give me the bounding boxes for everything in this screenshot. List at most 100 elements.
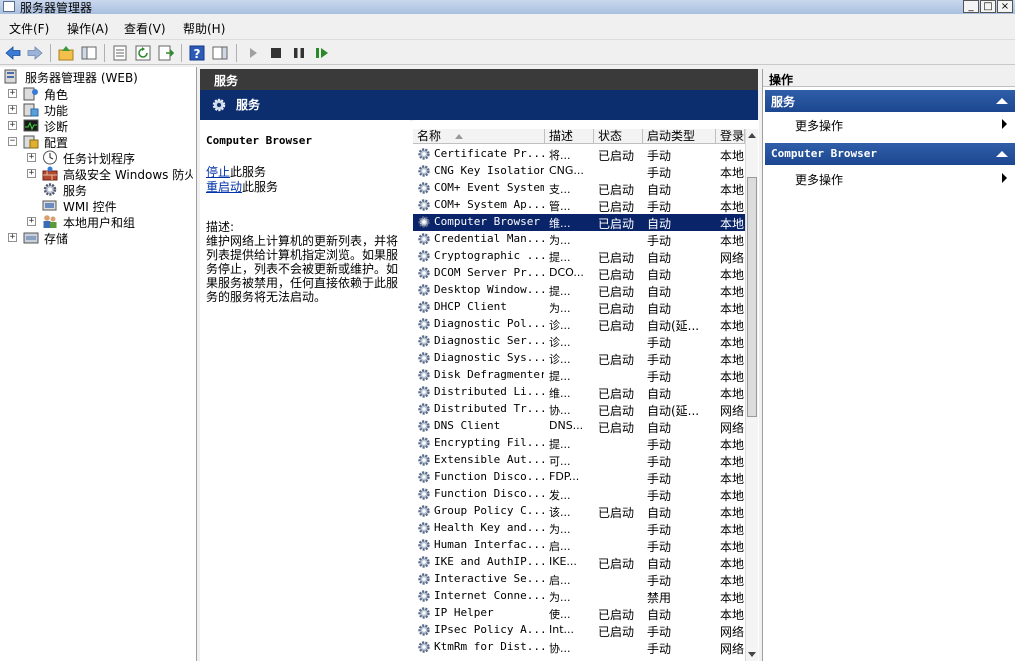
service-row[interactable]: COM+ Event System 支... 已启动 自动 本地 <box>413 180 745 197</box>
service-row[interactable]: Distributed Tr... 协... 已启动 自动(延... 网络 <box>413 401 745 418</box>
service-startup-cell: 自动 <box>647 506 672 520</box>
service-row[interactable]: Certificate Pr... 将... 已启动 手动 本地 <box>413 146 745 163</box>
more-actions-item[interactable]: 更多操作 <box>795 171 843 188</box>
show-hide-tree-icon[interactable] <box>80 44 98 62</box>
properties-icon[interactable] <box>111 44 129 62</box>
service-name-cell: Group Policy C... <box>434 504 544 517</box>
export-list-icon[interactable] <box>157 44 175 62</box>
scrollbar-thumb[interactable] <box>747 177 757 417</box>
scroll-up-arrow-icon[interactable] <box>748 133 756 138</box>
close-button[interactable]: × <box>997 0 1013 13</box>
expand-icon[interactable]: + <box>8 233 17 242</box>
stop-service-link[interactable]: 停止 <box>206 165 230 179</box>
tree-item-local-users[interactable]: + 本地用户和组 <box>27 214 193 230</box>
pause-service-icon[interactable] <box>290 44 308 62</box>
service-row[interactable]: Health Key and... 为... 手动 本地 <box>413 520 745 537</box>
collapse-caret-icon[interactable] <box>996 151 1008 157</box>
column-header-logon-as[interactable]: 登录为 <box>716 129 745 144</box>
start-service-icon[interactable] <box>244 44 262 62</box>
collapse-caret-icon[interactable] <box>996 98 1008 104</box>
service-row[interactable]: Credential Man... 为... 手动 本地 <box>413 231 745 248</box>
service-row[interactable]: Diagnostic Pol... 诊... 已启动 自动(延... 本地 <box>413 316 745 333</box>
tree-item-features[interactable]: + 功能 <box>8 102 193 118</box>
more-actions-item[interactable]: 更多操作 <box>795 117 843 134</box>
collapse-icon[interactable]: − <box>8 137 17 146</box>
service-row[interactable]: IPsec Policy A... Int... 已启动 手动 网络 <box>413 622 745 639</box>
column-header-startup-type[interactable]: 启动类型 <box>643 129 716 144</box>
stop-service-icon[interactable] <box>267 44 285 62</box>
service-logon-cell: 网络 <box>720 421 745 435</box>
service-logon-cell: 本地 <box>720 387 745 401</box>
menu-view[interactable]: 查看(V) <box>124 20 166 37</box>
menu-help[interactable]: 帮助(H) <box>183 20 225 37</box>
scroll-down-arrow-icon[interactable] <box>748 652 756 657</box>
tree-item-diagnostics[interactable]: + 诊断 <box>8 118 193 134</box>
menu-file[interactable]: 文件(F) <box>9 20 49 37</box>
service-startup-cell: 自动 <box>647 387 672 401</box>
restart-service-row: 重启动此服务 <box>206 178 278 195</box>
minimize-button[interactable]: _ <box>963 0 979 13</box>
expand-icon[interactable]: + <box>8 89 17 98</box>
service-row[interactable]: CNG Key Isolation CNG... 手动 本地 <box>413 163 745 180</box>
tree-item-label: 配置 <box>44 136 69 150</box>
column-header-description[interactable]: 描述 <box>545 129 594 144</box>
service-row[interactable]: Function Disco... FDP... 手动 本地 <box>413 469 745 486</box>
expand-icon[interactable]: + <box>8 105 17 114</box>
tree-item-configuration[interactable]: − 配置 <box>8 134 193 150</box>
tree-item-task-scheduler[interactable]: + 任务计划程序 <box>27 150 193 166</box>
menu-bar: 文件(F) 操作(A) 查看(V) 帮助(H) <box>0 16 1015 38</box>
actions-section-services[interactable]: 服务 <box>765 90 1015 112</box>
service-row[interactable]: Function Disco... 发... 手动 本地 <box>413 486 745 503</box>
service-row[interactable]: Group Policy C... 该... 已启动 自动 本地 <box>413 503 745 520</box>
restart-service-link[interactable]: 重启动 <box>206 180 242 194</box>
service-gear-icon <box>418 454 430 466</box>
show-hide-action-pane-icon[interactable] <box>211 44 229 62</box>
menu-action[interactable]: 操作(A) <box>67 20 109 37</box>
expand-icon[interactable]: + <box>27 217 36 226</box>
service-logon-cell: 网络 <box>720 625 745 639</box>
expand-icon[interactable]: + <box>27 153 36 162</box>
service-row[interactable]: Cryptographic ... 提... 已启动 自动 网络 <box>413 248 745 265</box>
tree-item-firewall[interactable]: + 高级安全 Windows 防火墙 <box>27 166 193 182</box>
service-row[interactable]: Encrypting Fil... 提... 手动 本地 <box>413 435 745 452</box>
tree-item-storage[interactable]: + 存储 <box>8 230 193 246</box>
column-header-name[interactable]: 名称 <box>413 129 545 144</box>
forward-arrow-icon[interactable] <box>26 44 44 62</box>
up-folder-icon[interactable] <box>57 44 75 62</box>
column-header-status[interactable]: 状态 <box>594 129 643 144</box>
service-row[interactable]: Desktop Window... 提... 已启动 自动 本地 <box>413 282 745 299</box>
service-row[interactable]: DHCP Client 为... 已启动 自动 本地 <box>413 299 745 316</box>
service-gear-icon <box>418 539 430 551</box>
tree-item-wmi[interactable]: WMI 控件 <box>42 198 193 214</box>
service-row[interactable]: Diagnostic Ser... 诊... 手动 本地 <box>413 333 745 350</box>
service-startup-cell: 手动 <box>647 625 672 639</box>
restart-service-icon[interactable] <box>313 44 331 62</box>
refresh-icon[interactable] <box>134 44 152 62</box>
service-row[interactable]: Extensible Aut... 可... 手动 本地 <box>413 452 745 469</box>
service-row[interactable]: Internet Conne... 为... 禁用 本地 <box>413 588 745 605</box>
help-icon[interactable]: ? <box>188 44 206 62</box>
service-row[interactable]: IP Helper 使... 已启动 自动 本地 <box>413 605 745 622</box>
back-arrow-icon[interactable] <box>4 44 22 62</box>
actions-section-computer-browser[interactable]: Computer Browser <box>765 143 1015 165</box>
expand-icon[interactable]: + <box>8 121 17 130</box>
services-scrollbar[interactable] <box>745 129 758 661</box>
service-row[interactable]: Human Interfac... 启... 手动 本地 <box>413 537 745 554</box>
service-row[interactable]: DNS Client DNS... 已启动 自动 网络 <box>413 418 745 435</box>
service-logon-cell: 本地 <box>720 574 745 588</box>
service-row[interactable]: Diagnostic Sys... 诊... 已启动 手动 本地 <box>413 350 745 367</box>
service-row[interactable]: Distributed Li... 维... 已启动 自动 本地 <box>413 384 745 401</box>
configuration-icon <box>23 135 39 149</box>
service-row[interactable]: Computer Browser 维... 已启动 自动 本地 <box>413 214 745 231</box>
service-row[interactable]: COM+ System Ap... 管... 已启动 手动 本地 <box>413 197 745 214</box>
service-row[interactable]: Interactive Se... 启... 手动 本地 <box>413 571 745 588</box>
service-row[interactable]: DCOM Server Pr... DCO... 已启动 自动 本地 <box>413 265 745 282</box>
tree-item-roles[interactable]: + 角色 <box>8 86 193 102</box>
description-label: 描述: <box>206 220 235 234</box>
service-row[interactable]: Disk Defragmenter 提... 手动 本地 <box>413 367 745 384</box>
tree-item-services[interactable]: 服务 <box>42 182 193 198</box>
service-row[interactable]: KtmRm for Dist... 协... 手动 网络 <box>413 639 745 656</box>
service-row[interactable]: IKE and AuthIP... IKE... 已启动 自动 本地 <box>413 554 745 571</box>
maximize-button[interactable]: □ <box>980 0 996 13</box>
expand-icon[interactable]: + <box>27 169 36 178</box>
